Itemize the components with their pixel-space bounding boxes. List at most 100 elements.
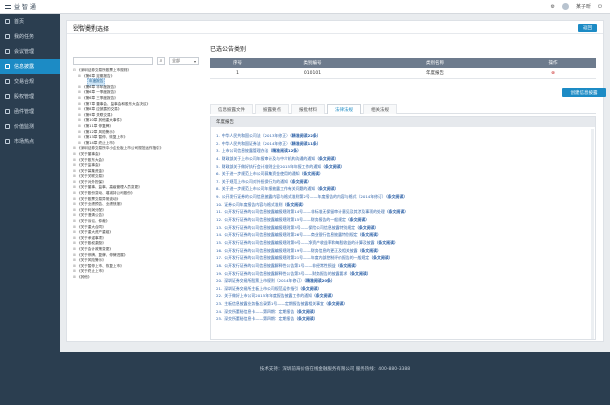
read-tag[interactable]: （精准阅读20条）: [304, 278, 335, 283]
regulation-link[interactable]: 21. 深圳证券交易所主板上市公司规范运作指引（条文阅读）: [216, 285, 590, 293]
sidebar-item[interactable]: 股权管理: [0, 89, 60, 104]
read-tag[interactable]: （条文阅读）: [355, 225, 378, 230]
tab[interactable]: 信息披露文件: [210, 104, 253, 114]
settings-icon[interactable]: ⚙: [551, 4, 555, 10]
scrollbar[interactable]: [591, 129, 594, 339]
regulation-link[interactable]: 2. 中华人民共和国证券法（2014年修正）（精准阅读11条）: [216, 140, 590, 148]
power-icon[interactable]: ⏻: [598, 4, 602, 10]
link-text[interactable]: 公开发行证券的公司信息披露编报规则第15号——财务报告的一般规定: [224, 217, 346, 222]
sidebar-item[interactable]: 我的任务: [0, 29, 60, 44]
regulation-link[interactable]: 1. 中华人民共和国公司法（2013年修正）（精准阅读22条）: [216, 132, 590, 140]
avatar[interactable]: [562, 3, 570, 10]
tab[interactable]: 披露要点: [255, 104, 289, 114]
tree-node[interactable]: ⊞ 《其他》: [73, 275, 231, 281]
link-text[interactable]: 深交所董秘信息卡——第四期：定期报告: [224, 309, 294, 314]
link-text[interactable]: 深圳证券交易所股票上市规则（2014年修订）: [224, 278, 304, 283]
link-text[interactable]: 公开发行证券的公司信息披露解释性公告第3号——财务报告的披露要求: [224, 271, 347, 276]
read-tag[interactable]: （条文阅读）: [347, 271, 370, 276]
link-text[interactable]: 公开发行证券的公司信息披露解释性公告第1号——非经常性损益: [224, 263, 335, 268]
regulation-link[interactable]: 18. 公开发行证券的公司信息披露解释性公告第1号——非经常性损益（条文阅读）: [216, 262, 590, 270]
read-tag[interactable]: （条文阅读）: [375, 240, 398, 245]
link-text[interactable]: 公开发行证券的公司信息披露编报规则第21号——年度内部控制评价报告的一般规定: [224, 255, 369, 260]
link-text[interactable]: 公开发行证券的公司信息披露编报规则第14号——非标准无保留审计意见及其涉及事项的…: [224, 209, 385, 214]
read-tag[interactable]: （精准阅读12条）: [268, 148, 301, 153]
regulation-link[interactable]: 14. 公开发行证券的公司信息披露编报规则第26号——商业银行信息披露特别规定（条…: [216, 231, 590, 239]
read-tag[interactable]: （条文阅读）: [358, 232, 381, 237]
link-text[interactable]: 公开发行证券的公司信息披露编报规则第3号——保险公司信息披露特别规定: [224, 225, 355, 230]
read-tag[interactable]: （条文阅读）: [386, 194, 407, 199]
regulation-link[interactable]: 9. 公开发行证券的公司信息披露内容与格式准则第2号——年度报告的内容与格式（20…: [216, 193, 590, 201]
read-tag[interactable]: （条文阅读）: [294, 316, 317, 321]
sidebar-item[interactable]: 信息披露: [0, 59, 60, 74]
read-tag[interactable]: （条文阅读）: [336, 263, 359, 268]
search-icon[interactable]: ⌕: [157, 57, 165, 65]
regulation-link[interactable]: 19. 公开发行证券的公司信息披露解释性公告第3号——财务报告的披露要求（条文阅读…: [216, 270, 590, 278]
link-text[interactable]: 深交所董秘信息卡——第四期：定期报告: [224, 316, 294, 321]
read-tag[interactable]: （条文阅读）: [298, 286, 321, 291]
expand-toggle-icon[interactable]: ⊞: [73, 275, 76, 281]
read-tag[interactable]: （条文阅读）: [312, 293, 335, 298]
expand-toggle-icon[interactable]: ⊟: [73, 68, 76, 74]
regulation-link[interactable]: 22. 关于做好上市公司2015年年度报告披露工作的通知（条文阅读）: [216, 292, 590, 300]
read-tag[interactable]: （精准阅读22条）: [290, 133, 321, 138]
regulation-link[interactable]: 13. 公开发行证券的公司信息披露编报规则第3号——保险公司信息披露特别规定（条文…: [216, 224, 590, 232]
link-text[interactable]: 主板信息披露业务备忘录第1号——定期报告披露相关事宜: [224, 301, 324, 306]
regulation-link[interactable]: 4. 财政部关于上市公司年报审计及与中介机构沟通的通知（条文阅读）: [216, 155, 590, 163]
link-text[interactable]: 公开发行证券的公司信息披露内容与格式准则第2号——年度报告的内容与格式（2014…: [222, 194, 386, 199]
read-tag[interactable]: （条文阅读）: [315, 156, 338, 161]
menu-icon[interactable]: [5, 4, 11, 9]
regulation-link[interactable]: 5. 财政部关于做好执行会计准则企业2015年年报工作的通知（条文阅读）: [216, 163, 590, 171]
sidebar-item[interactable]: 首页: [0, 14, 60, 29]
read-tag[interactable]: （条文阅读）: [358, 248, 381, 253]
read-tag[interactable]: （条文阅读）: [300, 171, 323, 176]
link-text[interactable]: 中华人民共和国证券法（2014年修正）: [222, 141, 290, 146]
regulation-link[interactable]: 3. 上市公司信息披露管理办法（精准阅读12条）: [216, 147, 590, 155]
regulation-link[interactable]: 8. 关于进一步规范上市公司年报披露工作有关问题的通知（条文阅读）: [216, 185, 590, 193]
sidebar-item[interactable]: 会议管理: [0, 44, 60, 59]
regulation-link[interactable]: 15. 公开发行证券的公司信息披露编报规则第9号——净资产收益率和每股收益的计算及…: [216, 239, 590, 247]
link-text[interactable]: 公开发行证券的公司信息披露编报规则第19号——财务信息的更正及相关披露: [224, 248, 357, 253]
link-text[interactable]: 关于做好上市公司2015年年度报告披露工作的通知: [224, 293, 312, 298]
regulation-link[interactable]: 23. 主板信息披露业务备忘录第1号——定期报告披露相关事宜（条文阅读）: [216, 300, 590, 308]
expand-toggle-icon[interactable]: ⊞: [78, 74, 81, 80]
read-tag[interactable]: （条文阅读）: [385, 209, 408, 214]
link-text[interactable]: 公开发行证券的公司信息披露编报规则第26号——商业银行信息披露特别规定: [224, 232, 357, 237]
read-tag[interactable]: （精准阅读11条）: [290, 141, 321, 146]
sidebar-item[interactable]: 函件管理: [0, 104, 60, 119]
regulation-link[interactable]: 12. 公开发行证券的公司信息披露编报规则第15号——财务报告的一般规定（条文阅读…: [216, 216, 590, 224]
regulation-link[interactable]: 17. 公开发行证券的公司信息披露编报规则第21号——年度内部控制评价报告的一般规…: [216, 254, 590, 262]
sidebar-item[interactable]: 价值监测: [0, 119, 60, 134]
tab[interactable]: 相关法规: [363, 104, 397, 114]
link-text[interactable]: 财政部关于上市公司年报审计及与中介机构沟通的通知: [222, 156, 315, 161]
read-tag[interactable]: （条文阅读）: [321, 164, 344, 169]
regulation-link[interactable]: 7. 关于规范上市公司对外担保行为的通知（条文阅读）: [216, 178, 590, 186]
read-tag[interactable]: （条文阅读）: [283, 202, 306, 207]
remove-icon[interactable]: ⊗: [510, 71, 596, 76]
read-tag[interactable]: （条文阅读）: [369, 255, 392, 260]
category-scope-select[interactable]: 全部 ▾: [169, 57, 199, 65]
regulation-link[interactable]: 6. 关于进一步规范上市公司募集资金使用的通知（条文阅读）: [216, 170, 590, 178]
regulation-link[interactable]: 25. 深交所董秘信息卡——第四期：定期报告（条文阅读）: [216, 315, 590, 323]
link-text[interactable]: 关于进一步规范上市公司募集资金使用的通知: [222, 171, 300, 176]
link-text[interactable]: 上市公司信息披露管理办法: [222, 148, 269, 153]
link-text[interactable]: 财政部关于做好执行会计准则企业2015年年报工作的通知: [222, 164, 321, 169]
tab[interactable]: 法律法规: [327, 104, 361, 114]
regulation-link[interactable]: 24. 深交所董秘信息卡——第四期：定期报告（条文阅读）: [216, 308, 590, 316]
read-tag[interactable]: （条文阅读）: [346, 217, 369, 222]
sidebar-item[interactable]: 交易合规: [0, 74, 60, 89]
link-text[interactable]: 公开发行证券的公司信息披露编报规则第9号——净资产收益率和每股收益的计算及披露: [224, 240, 374, 245]
regulation-link[interactable]: 20. 深圳证券交易所股票上市规则（2014年修订）（精准阅读20条）: [216, 277, 590, 285]
tab[interactable]: 报批材料: [291, 104, 325, 114]
sidebar-item[interactable]: 市场热点: [0, 134, 60, 149]
back-button[interactable]: 返回: [578, 24, 597, 32]
link-text[interactable]: 深圳证券交易所主板上市公司规范运作指引: [224, 286, 298, 291]
category-search-input[interactable]: [73, 57, 153, 65]
read-tag[interactable]: （条文阅读）: [315, 186, 338, 191]
regulation-link[interactable]: 16. 公开发行证券的公司信息披露编报规则第19号——财务信息的更正及相关披露（条…: [216, 247, 590, 255]
read-tag[interactable]: （条文阅读）: [324, 301, 347, 306]
regulation-link[interactable]: 10. 证券公司年度报告内容与格式准则（条文阅读）: [216, 201, 590, 209]
link-text[interactable]: 关于进一步规范上市公司年报披露工作有关问题的通知: [222, 186, 315, 191]
regulation-link[interactable]: 11. 公开发行证券的公司信息披露编报规则第14号——非标准无保留审计意见及其涉及…: [216, 208, 590, 216]
user-name[interactable]: 某子昕: [576, 3, 591, 10]
link-text[interactable]: 中华人民共和国公司法（2013年修正）: [222, 133, 290, 138]
